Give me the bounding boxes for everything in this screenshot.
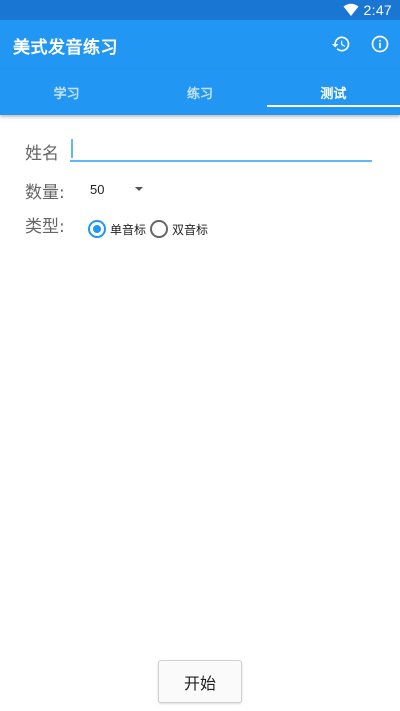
radio-double-label: 双音标: [172, 222, 209, 237]
tab-study[interactable]: 学习: [0, 70, 133, 115]
type-label: 类型:: [25, 217, 65, 237]
radio-single-phonetic[interactable]: 单音标: [88, 220, 146, 238]
info-button[interactable]: [369, 33, 391, 55]
name-input[interactable]: [70, 136, 372, 162]
quantity-value: 50: [90, 181, 105, 197]
dropdown-arrow-icon: [135, 187, 143, 191]
start-button[interactable]: 开始: [158, 660, 242, 703]
status-time: 2:47: [363, 2, 392, 18]
history-button[interactable]: [330, 33, 352, 55]
history-icon: [331, 36, 350, 52]
tab-study-label: 学习: [53, 87, 80, 102]
name-label: 姓名: [25, 144, 59, 164]
info-icon: [371, 35, 389, 53]
text-cursor: [71, 139, 73, 158]
tab-bar: 学习 练习 测试: [0, 70, 400, 115]
tab-test[interactable]: 测试: [266, 70, 400, 115]
status-bar: 2:47: [0, 0, 400, 20]
radio-single-label: 单音标: [110, 222, 147, 237]
quantity-label: 数量:: [25, 183, 65, 203]
wifi-icon: [343, 3, 359, 16]
radio-unchecked-icon: [150, 220, 169, 238]
tab-practice-label: 练习: [186, 87, 213, 102]
type-radio-group: 单音标 双音标: [88, 220, 212, 238]
tab-test-label: 测试: [320, 87, 347, 102]
tab-practice[interactable]: 练习: [133, 70, 266, 115]
radio-double-phonetic[interactable]: 双音标: [150, 220, 208, 238]
radio-checked-icon: [88, 220, 106, 238]
start-button-label: 开始: [183, 673, 216, 693]
app-screen: 2:47 美式发音练习 学习 练习 测试 姓名 数量: 50 类型: 单音标 双…: [0, 0, 400, 711]
app-bar: 美式发音练习: [0, 20, 400, 70]
app-title: 美式发音练习: [13, 38, 118, 58]
quantity-dropdown[interactable]: 50: [90, 178, 148, 200]
